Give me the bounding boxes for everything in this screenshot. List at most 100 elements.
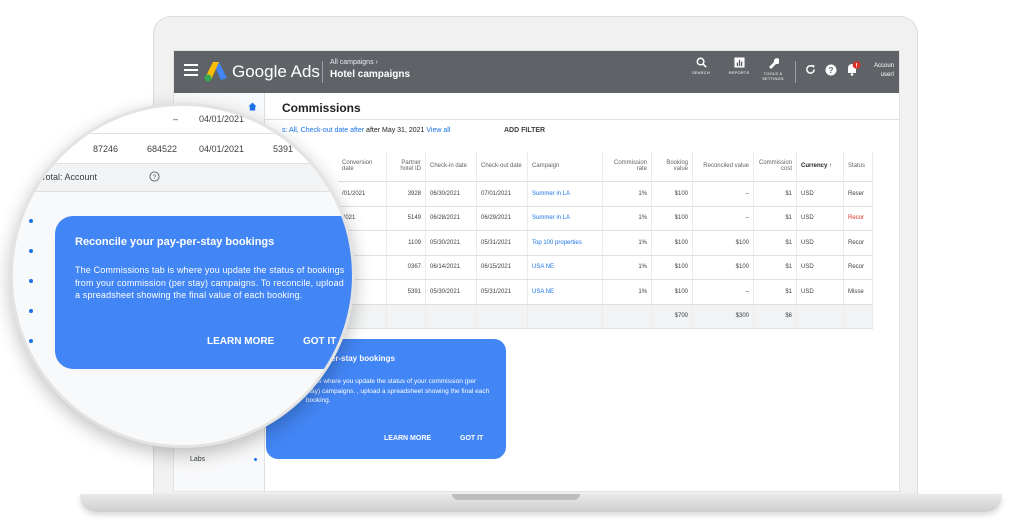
cell-checkout: 07/01/2021: [476, 181, 528, 207]
magnified-row: 87246 684522 04/01/2021 5391 05/30/2021: [13, 136, 352, 164]
cell-rate: 1%: [602, 206, 652, 231]
notifications-bell-icon[interactable]: !: [845, 61, 861, 77]
cell-currency: USD: [796, 230, 844, 256]
magnified-cell: 684522: [147, 144, 178, 154]
cell-hotel: 3928: [386, 181, 426, 207]
header-divider-2: [795, 61, 796, 83]
breadcrumb[interactable]: All campaigns ›: [330, 59, 378, 66]
magnified-total-label: Total: Account: [41, 172, 98, 182]
onscreen-learn-more-button[interactable]: LEARN MORE: [384, 435, 431, 442]
commissions-table: Conversion date Partner hotel ID Check-i…: [338, 151, 873, 329]
header-divider: [322, 61, 323, 83]
cell-cost: $1: [753, 279, 797, 305]
total-cell-hotel: [386, 304, 426, 329]
cell-hotel: 1109: [386, 230, 426, 256]
column-header-status[interactable]: Status: [843, 151, 873, 182]
cell-rate: 1%: [602, 181, 652, 207]
column-header-check-out-date[interactable]: Check-out date: [476, 151, 528, 182]
magnified-cell: –: [173, 114, 179, 124]
total-cell-checkin: [425, 304, 477, 329]
cell-checkin: 06/14/2021: [425, 255, 477, 280]
sidebar-dot: [29, 309, 33, 313]
cell-cost: $1: [753, 230, 797, 256]
cell-cost: $1: [753, 255, 797, 280]
table-row[interactable]: 2021514906/28/202106/29/2021Summer in LA…: [338, 206, 873, 231]
total-cell-status: [843, 304, 873, 329]
magnified-total-row: Total: Account ?: [13, 164, 352, 192]
cell-reconciled: –: [692, 206, 754, 231]
magnified-cell: 0367: [281, 114, 302, 124]
account-info[interactable]: Accoun userI: [874, 62, 894, 80]
svg-text:!: !: [856, 63, 858, 69]
cell-status: Recor: [843, 255, 873, 280]
table-row[interactable]: 021539105/30/202105/31/2021USA NE1%$100–…: [338, 279, 873, 305]
learn-more-button[interactable]: LEARN MORE: [207, 336, 274, 347]
cell-rate: 1%: [602, 230, 652, 256]
search-icon: [696, 57, 707, 68]
cell-hotel: 0367: [386, 255, 426, 280]
column-header-booking-value[interactable]: Booking value: [651, 151, 693, 182]
cell-booking: $100: [651, 279, 693, 305]
refresh-icon[interactable]: [805, 64, 816, 75]
cell-campaign[interactable]: Summer in LA: [527, 181, 603, 207]
cell-booking: $100: [651, 181, 693, 207]
tooltip-title: Reconcile your pay-per-stay bookings: [75, 236, 275, 248]
brand-name: Google Ads: [232, 62, 320, 81]
cell-checkin: 05/30/2021: [425, 279, 477, 305]
help-circle-icon[interactable]: ?: [149, 171, 160, 182]
help-icon[interactable]: ?: [825, 64, 837, 76]
total-cell-checkout: [476, 304, 528, 329]
onscreen-got-it-button[interactable]: GOT IT: [460, 435, 483, 442]
tooltip-body: The Commissions tab is where you update …: [75, 265, 345, 300]
wrench-icon: [769, 58, 779, 69]
tools-settings-tool[interactable]: TOOLS & SETTINGS: [758, 57, 788, 81]
table-row[interactable]: /01/2021 3928 06/30/2021 07/01/2021 Summer i…: [338, 181, 873, 207]
column-header-currency[interactable]: Currency ↑: [796, 151, 844, 182]
svg-text:?: ?: [153, 174, 157, 181]
reconcile-tooltip: Reconcile your pay-per-stay bookings The…: [55, 216, 352, 369]
table-header-row: Conversion date Partner hotel ID Check-i…: [338, 151, 873, 182]
cell-campaign[interactable]: USA NE: [527, 255, 603, 280]
reports-tool[interactable]: REPORTS: [722, 57, 756, 75]
cell-currency: USD: [796, 181, 844, 207]
reports-label: REPORTS: [728, 70, 750, 75]
svg-text:?: ?: [829, 66, 834, 75]
cell-currency: USD: [796, 255, 844, 280]
column-header-commission-rate[interactable]: Commission rate: [602, 151, 652, 182]
cell-currency: USD: [796, 206, 844, 231]
cell-campaign[interactable]: Summer in LA: [527, 206, 603, 231]
cell-campaign[interactable]: USA NE: [527, 279, 603, 305]
sidebar-dot: [29, 339, 33, 343]
top-bar: Google Ads All campaigns › Hotel campaig…: [174, 51, 899, 93]
campaign-title[interactable]: Hotel campaigns: [330, 69, 410, 80]
magnified-row: – 04/01/2021 0367: [13, 106, 352, 134]
account-name: Accoun: [874, 63, 895, 69]
sidebar-item-labs[interactable]: Labs: [190, 456, 205, 463]
reports-icon: [733, 57, 745, 68]
cell-booking: $100: [651, 255, 693, 280]
add-filter-button[interactable]: ADD FILTER: [504, 127, 545, 134]
magnifier-callout: – 04/01/2021 0367 87246 684522 04/01/202…: [10, 103, 355, 448]
column-header-campaign[interactable]: Campaign: [527, 151, 603, 182]
total-cell-rate: [602, 304, 652, 329]
cell-checkin: 06/30/2021: [425, 181, 477, 207]
column-header-commission-cost[interactable]: Commission cost: [753, 151, 797, 182]
cell-reconciled: $100: [692, 255, 754, 280]
cell-hotel: 5149: [386, 206, 426, 231]
filter-value: after May 31, 2021: [366, 127, 425, 134]
got-it-button[interactable]: GOT IT: [303, 336, 336, 347]
account-user: userI: [880, 72, 895, 78]
table-row[interactable]: 021110905/30/202105/31/2021Top 100 prope…: [338, 230, 873, 256]
table-row[interactable]: 021036706/14/202106/15/2021USA NE1%$100$…: [338, 255, 873, 280]
column-header-check-in-date[interactable]: Check-in date: [425, 151, 477, 182]
total-cell-campaign: [527, 304, 603, 329]
column-header-reconciled-value[interactable]: Reconciled value: [692, 151, 754, 182]
view-all-link[interactable]: View all: [426, 127, 450, 134]
sidebar-dot: [29, 219, 33, 223]
hamburger-menu-icon[interactable]: [184, 64, 198, 76]
cell-booking: $100: [651, 206, 693, 231]
search-tool[interactable]: SEARCH: [686, 57, 716, 75]
cell-campaign[interactable]: Top 100 properties: [527, 230, 603, 256]
sidebar-dot: [29, 279, 33, 283]
column-header-partner-hotel-id[interactable]: Partner hotel ID: [386, 151, 426, 182]
